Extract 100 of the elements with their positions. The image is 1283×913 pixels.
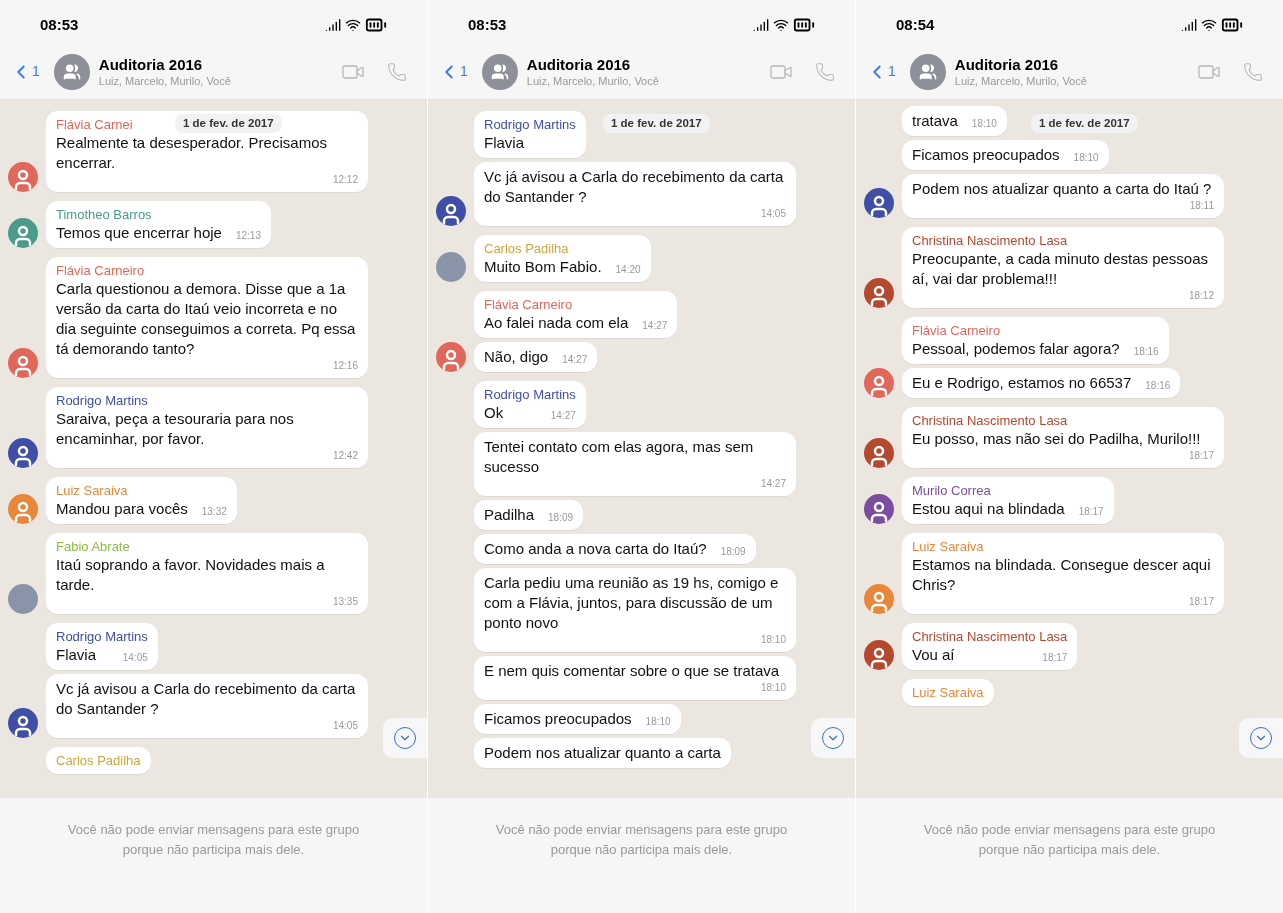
chat-members: Luiz, Marcelo, Murilo, Você <box>98 73 232 88</box>
message-time: 18:10 <box>645 715 671 729</box>
message-time: 14:20 <box>615 263 641 277</box>
scroll-down-button[interactable] <box>383 718 427 758</box>
message-time: 12:16 <box>332 359 358 373</box>
sender-name: Flávia Carnei <box>56 116 133 133</box>
message-time: 14:27 <box>562 353 588 367</box>
message-time: 18:17 <box>1078 505 1104 519</box>
message-text: Flavia <box>56 645 96 665</box>
wifi-icon <box>1201 17 1217 33</box>
message-text: Padilha <box>484 505 535 525</box>
status-time: 08:53 <box>40 14 79 35</box>
message-time: 18:10 <box>971 117 997 131</box>
scroll-down-button[interactable] <box>811 718 855 758</box>
sender-name: Luiz Saraiva <box>912 538 984 555</box>
sender-name: Christina Nascimento Lasa <box>912 628 1068 645</box>
message-time: 14:05 <box>760 207 786 221</box>
back-button[interactable]: 1 <box>438 60 468 83</box>
chat-members: Luiz, Marcelo, Murilo, Você <box>526 73 660 88</box>
sender-name: Luiz Saraiva <box>912 684 984 701</box>
message-text: Ao falei nada com ela <box>484 313 629 333</box>
message-text: Carla pediu uma reunião as 19 hs, comigo e com a Flávia, juntos, para discussão de um ponto novo <box>484 573 780 633</box>
message-text: Não, digo <box>484 347 549 367</box>
message-time: 18:16 <box>1133 345 1159 359</box>
message-text: Itaú soprando a favor. Novidades mais a tarde. <box>56 555 326 595</box>
message-text: Estou aqui na blindada <box>912 499 1065 519</box>
message-text: Saraiva, peça a tesouraria para nos encaminhar, por favor. <box>56 409 295 449</box>
sender-name: Flávia Carneiro <box>912 322 1001 339</box>
message-text: Como anda a nova carta do Itaú? <box>484 539 707 559</box>
sender-name: Flávia Carneiro <box>484 296 573 313</box>
sender-name: Luiz Saraiva <box>56 482 128 499</box>
signal-icon <box>325 17 341 33</box>
message-time: 14:05 <box>122 651 148 665</box>
status-time: 08:53 <box>468 14 507 35</box>
sender-name: Carlos Padilha <box>56 752 141 769</box>
message-text: Ok <box>484 403 504 423</box>
message-text: Ficamos preocupados <box>912 145 1060 165</box>
message-time: 14:05 <box>332 719 358 733</box>
message-time: 12:12 <box>332 173 358 187</box>
message-time: 13:35 <box>332 595 358 609</box>
phone-call-icon[interactable] <box>815 61 835 82</box>
message-text: tratava <box>912 111 958 131</box>
signal-icon <box>753 17 769 33</box>
message-time: 18:11 <box>1189 199 1214 213</box>
message-time: 14:27 <box>642 319 668 333</box>
phone-call-icon[interactable] <box>1243 61 1263 82</box>
unread-count: 1 <box>460 62 468 81</box>
message-text: Temos que encerrar hoje <box>56 223 222 243</box>
phone-call-icon[interactable] <box>387 61 407 82</box>
message-text: Estamos na blindada. Consegue descer aqui Chris? <box>912 555 1212 595</box>
group-avatar-icon <box>909 53 946 90</box>
message-text: Flavia <box>484 133 524 153</box>
back-button[interactable]: 1 <box>866 60 896 83</box>
footer-notice: Você não pode enviar mensagens para este grupo porque não participa mais dele. <box>494 821 789 859</box>
signal-icon <box>1181 17 1197 33</box>
sender-name: Murilo Correa <box>912 482 991 499</box>
footer-notice: Você não pode enviar mensagens para este grupo porque não participa mais dele. <box>922 821 1217 859</box>
sender-name: Timotheo Barros <box>56 206 152 223</box>
message-text: Vou aí <box>912 645 955 665</box>
message-time: 14:27 <box>550 409 576 423</box>
group-avatar-icon <box>481 53 518 90</box>
sender-name: Rodrigo Martins <box>484 116 576 133</box>
message-time: 13:32 <box>201 505 227 519</box>
chat-title: Auditoria 2016 <box>526 55 632 74</box>
sender-name: Carlos Padilha <box>484 240 569 257</box>
message-text: Podem nos atualizar quanto a carta do Itaú ? <box>912 179 1212 199</box>
message-text: Vc já avisou a Carla do recebimento da carta do Santander ? <box>484 167 785 207</box>
sender-name: Fabio Abrate <box>56 538 130 555</box>
message-text: Tentei contato com elas agora, mas sem sucesso <box>484 437 755 477</box>
message-time: 18:17 <box>1188 595 1214 609</box>
back-button[interactable]: 1 <box>10 60 40 83</box>
message-text: Eu e Rodrigo, estamos no 66537 <box>912 373 1132 393</box>
date-pill: 1 de fev. de 2017 <box>603 114 710 134</box>
wifi-icon <box>345 17 361 33</box>
message-time: 14:27 <box>760 477 786 491</box>
message-time: 12:13 <box>235 229 261 243</box>
group-avatar-icon <box>53 53 90 90</box>
photo-placeholder <box>8 584 38 614</box>
message-text: Podem nos atualizar quanto a carta <box>484 743 721 763</box>
sender-name: Flávia Carneiro <box>56 262 145 279</box>
message-text: Vc já avisou a Carla do recebimento da carta do Santander ? <box>56 679 357 719</box>
date-pill: 1 de fev. de 2017 <box>175 114 282 134</box>
message-text: E nem quis comentar sobre o que se tratava <box>484 661 780 681</box>
message-time: 18:17 <box>1042 651 1068 665</box>
scroll-down-button[interactable] <box>1239 718 1283 758</box>
message-text: Mandou para vocês <box>56 499 188 519</box>
sender-name: Christina Nascimento Lasa <box>912 232 1068 249</box>
status-time: 08:54 <box>896 14 935 35</box>
message-time: 12:42 <box>332 449 358 463</box>
message-time: 18:16 <box>1145 379 1171 393</box>
chat-members: Luiz, Marcelo, Murilo, Você <box>954 73 1088 88</box>
sender-name: Rodrigo Martins <box>484 386 576 403</box>
message-time: 18:10 <box>1073 151 1099 165</box>
chat-title: Auditoria 2016 <box>98 55 204 74</box>
message-time: 18:12 <box>1188 289 1214 303</box>
message-text: Preocupante, a cada minuto destas pessoas aí, vai dar problema!!! <box>912 249 1210 289</box>
message-time: 18:17 <box>1188 449 1214 463</box>
message-text: Ficamos preocupados <box>484 709 632 729</box>
message-text: Muito Bom Fabio. <box>484 257 602 277</box>
message-time: 18:09 <box>720 545 746 559</box>
